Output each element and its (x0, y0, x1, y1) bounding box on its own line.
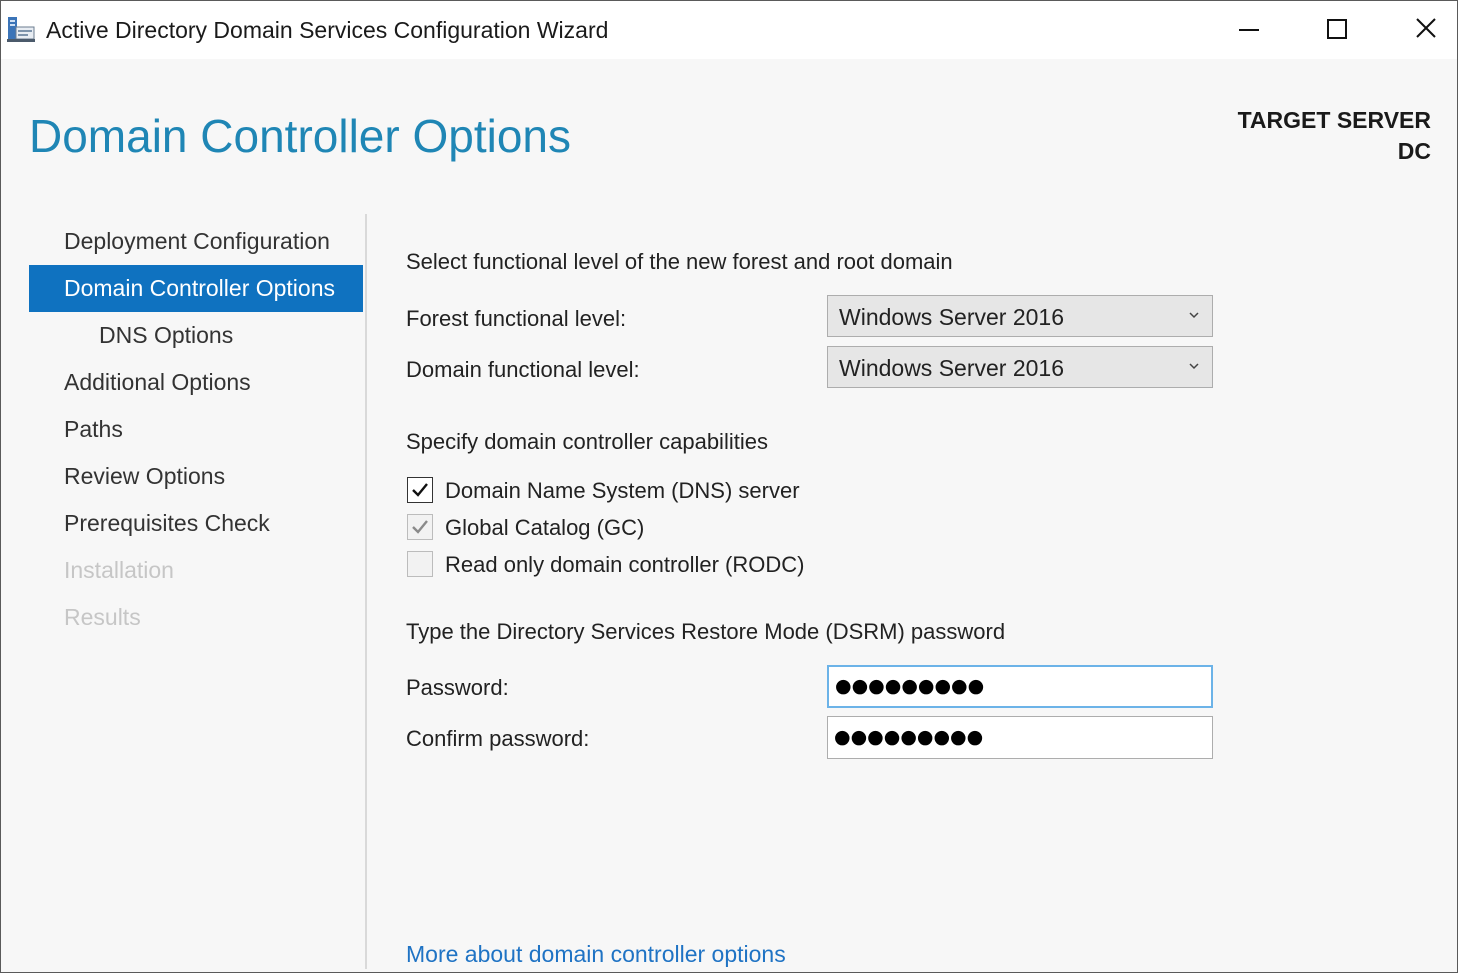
target-server-name: DC (1397, 138, 1431, 164)
forest-level-value: Windows Server 2016 (839, 304, 1064, 330)
forest-level-dropdown[interactable]: Windows Server 2016 (827, 295, 1213, 337)
confirm-password-label: Confirm password: (406, 726, 590, 751)
global-catalog-checkbox (407, 514, 433, 540)
password-input[interactable]: ●●●●●●●●● (827, 665, 1213, 708)
domain-level-value: Windows Server 2016 (839, 355, 1064, 381)
nav-item-prerequisites-check[interactable]: Prerequisites Check (29, 500, 363, 547)
chevron-down-icon (1189, 312, 1199, 319)
server-manager-icon (7, 15, 37, 43)
wizard-nav: Deployment Configuration Domain Controll… (29, 218, 363, 641)
rodc-label: Read only domain controller (RODC) (445, 552, 805, 577)
wizard-window: Active Directory Domain Services Configu… (0, 0, 1458, 973)
rodc-checkbox[interactable] (407, 551, 433, 577)
nav-item-installation: Installation (64, 557, 174, 583)
nav-item-dns-options[interactable]: DNS Options (29, 312, 363, 359)
domain-level-label: Domain functional level: (406, 357, 640, 382)
minimize-icon (1239, 29, 1259, 31)
dns-server-label: Domain Name System (DNS) server (445, 478, 800, 503)
chevron-down-icon (1189, 363, 1199, 370)
nav-item-paths[interactable]: Paths (29, 406, 363, 453)
title-bar: Active Directory Domain Services Configu… (1, 1, 1457, 59)
confirm-password-input[interactable]: ●●●●●●●●● (827, 716, 1213, 759)
close-icon (1416, 18, 1436, 38)
nav-item-domain-controller-options[interactable]: Domain Controller Options (29, 265, 363, 312)
nav-item-deployment-configuration[interactable]: Deployment Configuration (29, 218, 363, 265)
capabilities-heading: Specify domain controller capabilities (406, 429, 768, 454)
page-title: Domain Controller Options (29, 110, 572, 162)
close-button[interactable] (1406, 11, 1446, 47)
password-label: Password: (406, 675, 509, 700)
window-title: Active Directory Domain Services Configu… (46, 17, 609, 43)
nav-item-results: Results (64, 604, 141, 630)
more-about-dc-options-link[interactable]: More about domain controller options (406, 941, 786, 968)
domain-level-dropdown[interactable]: Windows Server 2016 (827, 346, 1213, 388)
global-catalog-label: Global Catalog (GC) (445, 515, 645, 540)
dns-server-checkbox[interactable] (407, 477, 433, 503)
target-server-label: TARGET SERVER (1237, 107, 1431, 133)
maximize-button[interactable] (1317, 11, 1357, 47)
nav-divider (365, 214, 367, 969)
nav-item-review-options[interactable]: Review Options (29, 453, 363, 500)
maximize-icon (1327, 19, 1347, 39)
checkmark-icon (412, 483, 428, 497)
minimize-button[interactable] (1229, 11, 1269, 47)
functional-level-heading: Select functional level of the new fores… (406, 249, 953, 274)
forest-level-label: Forest functional level: (406, 306, 627, 331)
dsrm-heading: Type the Directory Services Restore Mode… (406, 619, 1006, 644)
nav-item-additional-options[interactable]: Additional Options (29, 359, 363, 406)
target-server-info: TARGET SERVER DC (1238, 105, 1431, 167)
checkmark-icon (412, 520, 428, 534)
